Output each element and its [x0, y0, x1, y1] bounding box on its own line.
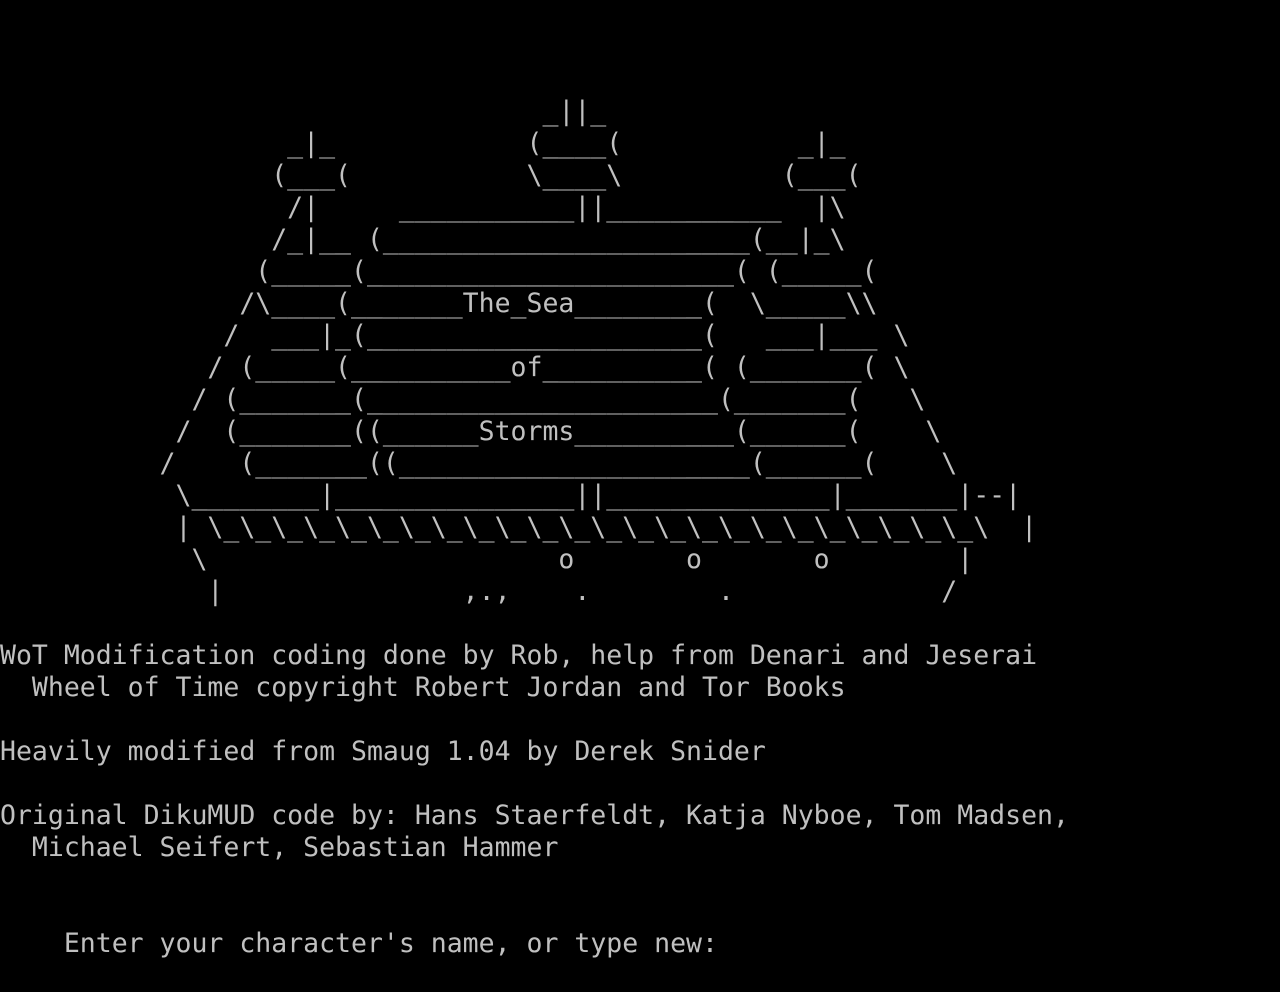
login-prompt: Enter your character's name, or type new…	[63, 928, 718, 959]
ascii-art-line: \ o o o |	[0, 544, 974, 575]
ascii-art-line: | \_\_\_\_\_\_\_\_\_\_\_\_\_\_\_\_\_\_\_…	[0, 512, 1038, 543]
ascii-art-line: /\____(_______The_Sea________( \_____\\	[0, 288, 878, 319]
ascii-art-line: (___( \____\ (___(	[0, 160, 862, 191]
ascii-art-line: / (_______(______________________(______…	[0, 384, 926, 415]
credit-line: Wheel of Time copyright Robert Jordan an…	[0, 672, 846, 703]
ascii-art-line: / ___|_(_____________________( ___|___ \	[0, 320, 910, 351]
ascii-art-line: /| ___________||___________ |\	[0, 192, 846, 223]
credit-line: Heavily modified from Smaug 1.04 by Dere…	[0, 736, 766, 767]
credit-line: Original DikuMUD code by: Hans Staerfeld…	[0, 800, 1069, 831]
ascii-art-line: (_____(_______________________( (_____(	[0, 256, 878, 287]
credit-line: WoT Modification coding done by Rob, hel…	[0, 640, 1038, 671]
ascii-art-line: _|_ (____( _|_	[0, 128, 846, 159]
ascii-art-line: | ,., . . /	[0, 576, 958, 607]
credit-line: Michael Seifert, Sebastian Hammer	[0, 832, 559, 863]
ascii-art-line: /_|__ (_______________________(__|_\	[0, 224, 846, 255]
ascii-art-line: _||_	[0, 96, 607, 127]
ascii-art-line: / (_____(__________of__________( (______…	[0, 352, 910, 383]
ascii-art-line: \________|_______________||_____________…	[0, 480, 1022, 511]
ascii-art-line: / (_______((______Storms__________(_____…	[0, 416, 942, 447]
terminal-screen[interactable]: _||_ _|_ (____( _|_ (___( \____\ (___( /…	[0, 0, 1280, 959]
ascii-art-line: / (_______((______________________(_____…	[0, 448, 958, 479]
login-prompt-line[interactable]: Enter your character's name, or type new…	[0, 896, 735, 959]
